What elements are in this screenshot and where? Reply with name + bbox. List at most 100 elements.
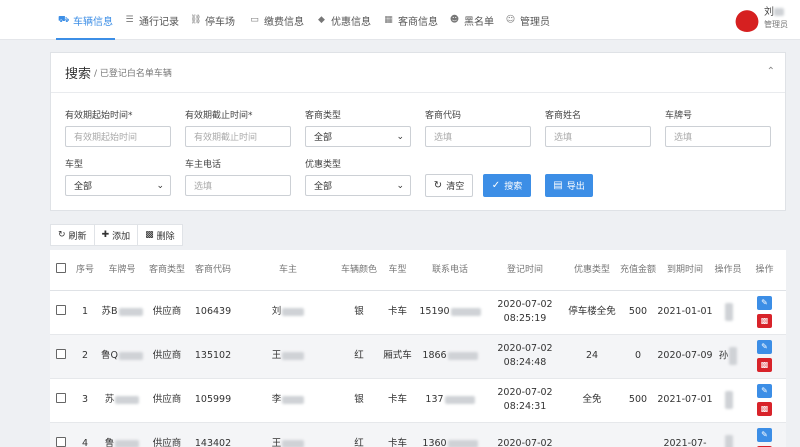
export-button[interactable]: ▤ 导出 [545, 174, 593, 197]
column-header[interactable]: 充值金额 [619, 250, 657, 291]
user-menu[interactable]: 刘 管理员 [734, 6, 788, 32]
vehicle-type-select[interactable]: 全部 ⌄ [65, 175, 171, 196]
merchant-name-field: 客商姓名 选填 [545, 108, 651, 147]
cell-no: 3 [72, 378, 98, 423]
nav-item-parking[interactable]: ⛓ 停车场 [190, 0, 235, 40]
chevron-down-icon: ⌄ [156, 180, 164, 191]
cell-merchant-type: 供应商 [146, 290, 188, 335]
column-header[interactable]: 序号 [72, 250, 98, 291]
table-row[interactable]: 3 苏供应商 105999 李银卡车 137 2020-07-02 08:24:31 全免 5… [50, 378, 786, 423]
cell-vehicle-type: 卡车 [380, 378, 415, 423]
chevron-down-icon: ⌄ [396, 180, 404, 191]
trash-icon: ▩ [760, 316, 769, 325]
cell-merchant-code: 106439 [188, 290, 238, 335]
column-header[interactable]: 车辆颜色 [338, 250, 380, 291]
refresh-button[interactable]: ↻ 刷新 [51, 225, 95, 245]
cell-amount: 500 [619, 378, 657, 423]
table-header-row: 序号 车牌号 客商类型 客商代码 车主 车辆颜色 车型 联系电话 登记时间 优惠… [50, 250, 786, 291]
cell-plate: 鲁Q [98, 334, 146, 379]
table-toolbar: ↻ 刷新 ✚ 添加 ▩ 删除 [50, 224, 183, 246]
row-checkbox[interactable] [56, 304, 66, 315]
cell-discount: 停车楼全免 [565, 290, 619, 335]
nav-item-vehicle-info[interactable]: ⛟ 车辆信息 [56, 0, 115, 40]
column-header[interactable]: 到期时间 [657, 250, 713, 291]
column-header[interactable]: 操作员 [713, 250, 743, 291]
valid-to-input[interactable]: 有效期截止时间 [185, 126, 291, 147]
row-checkbox[interactable] [56, 392, 66, 403]
column-header[interactable]: 车牌号 [98, 250, 146, 291]
cell-discount [565, 422, 619, 447]
nav-item-admin[interactable]: ☺ 管理员 [505, 0, 550, 40]
column-header[interactable]: 车主 [238, 250, 338, 291]
cell-operator: 孙 [713, 334, 743, 379]
trash-icon: ▩ [760, 360, 769, 369]
add-button[interactable]: ✚ 添加 [95, 225, 139, 245]
merchant-type-select[interactable]: 全部 ⌄ [305, 126, 411, 147]
plate-input[interactable]: 选填 [665, 126, 771, 147]
cell-expire: 2021-01-01 [657, 290, 713, 335]
chevron-down-icon: ⌄ [396, 131, 404, 142]
cell-discount: 全免 [565, 378, 619, 423]
discount-type-select[interactable]: 全部 ⌄ [305, 175, 411, 196]
top-nav: ⛟ 车辆信息 ☰ 通行记录 ⛓ 停车场 ▭ 缴费信息 ◆ 优惠信息 ▦ 客商信息… [0, 0, 800, 40]
cell-owner: 李 [238, 378, 338, 423]
search-button[interactable]: ✓ 搜索 [483, 174, 531, 197]
column-header[interactable]: 登记时间 [485, 250, 565, 291]
chevron-up-icon[interactable]: ⌃ [767, 66, 775, 77]
cell-color: 红 [338, 334, 380, 379]
cell-vehicle-type: 厢式车 [380, 334, 415, 379]
nav-item-pass-records[interactable]: ☰ 通行记录 [124, 0, 179, 40]
table-row[interactable]: 4鲁供应商143402王红卡车13602020-07-022021-07-✎▩ [50, 422, 786, 447]
delete-button[interactable]: ▩ 删除 [138, 225, 182, 245]
edit-button[interactable]: ✎ [757, 296, 772, 310]
cell-expire: 2021-07-01 [657, 378, 713, 423]
table-row[interactable]: 1 苏B 供应商 106439 刘银卡车 15190 2020-07-02 08:25:19… [50, 290, 786, 335]
table-row[interactable]: 2 鲁Q 供应商 135102 王红厢式车 1866 2020-07-02 08:24:48… [50, 334, 786, 379]
cell-amount [619, 422, 657, 447]
delete-row-button[interactable]: ▩ [757, 314, 772, 328]
pencil-icon: ✎ [761, 298, 768, 307]
select-all-checkbox[interactable] [56, 262, 66, 273]
column-header[interactable]: 客商类型 [146, 250, 188, 291]
cell-no: 2 [72, 334, 98, 379]
cell-no: 4 [72, 422, 98, 447]
merchant-code-field: 客商代码 选填 [425, 108, 531, 147]
cell-merchant-code: 105999 [188, 378, 238, 423]
cell-vehicle-type: 卡车 [380, 422, 415, 447]
cell-reg-time: 2020-07-02 08:24:31 [485, 378, 565, 423]
cell-amount: 0 [619, 334, 657, 379]
nav-item-discount[interactable]: ◆ 优惠信息 [316, 0, 371, 40]
truck-icon: ⛟ [58, 14, 70, 25]
cell-no: 1 [72, 290, 98, 335]
edit-button[interactable]: ✎ [757, 384, 772, 398]
column-header[interactable]: 客商代码 [188, 250, 238, 291]
check-icon: ✓ [491, 180, 501, 191]
column-header[interactable]: 车型 [380, 250, 415, 291]
user-role: 管理员 [764, 20, 788, 29]
column-header[interactable]: 联系电话 [415, 250, 485, 291]
pencil-icon: ✎ [761, 430, 768, 439]
edit-button[interactable]: ✎ [757, 428, 772, 442]
cell-phone: 137 [415, 378, 485, 423]
nav-item-merchant[interactable]: ▦ 客商信息 [383, 0, 438, 40]
row-checkbox[interactable] [56, 436, 66, 447]
column-header[interactable]: 优惠类型 [565, 250, 619, 291]
owner-phone-input[interactable]: 选填 [185, 175, 291, 196]
valid-from-input[interactable]: 有效期起始时间 [65, 126, 171, 147]
edit-button[interactable]: ✎ [757, 340, 772, 354]
merchant-name-input[interactable]: 选填 [545, 126, 651, 147]
nav-item-label: 管理员 [520, 16, 550, 28]
refresh-icon: ↻ [58, 230, 66, 240]
merchant-type-field: 客商类型 全部 ⌄ [305, 108, 411, 147]
merchant-code-input[interactable]: 选填 [425, 126, 531, 147]
row-checkbox[interactable] [56, 348, 66, 359]
nav-item-blacklist[interactable]: ☻ 黑名单 [449, 0, 494, 40]
delete-row-button[interactable]: ▩ [757, 402, 772, 416]
cell-merchant-code: 143402 [188, 422, 238, 447]
cell-phone: 15190 [415, 290, 485, 335]
nav-item-payment[interactable]: ▭ 缴费信息 [249, 0, 304, 40]
search-panel: 搜索 / 已登记白名单车辆 ⌃ 有效期起始时间* 有效期起始时间 有效期截止时间… [50, 52, 786, 211]
vehicle-table: 序号 车牌号 客商类型 客商代码 车主 车辆颜色 车型 联系电话 登记时间 优惠… [50, 250, 786, 447]
clear-button[interactable]: ↻ 清空 [425, 174, 473, 197]
delete-row-button[interactable]: ▩ [757, 358, 772, 372]
